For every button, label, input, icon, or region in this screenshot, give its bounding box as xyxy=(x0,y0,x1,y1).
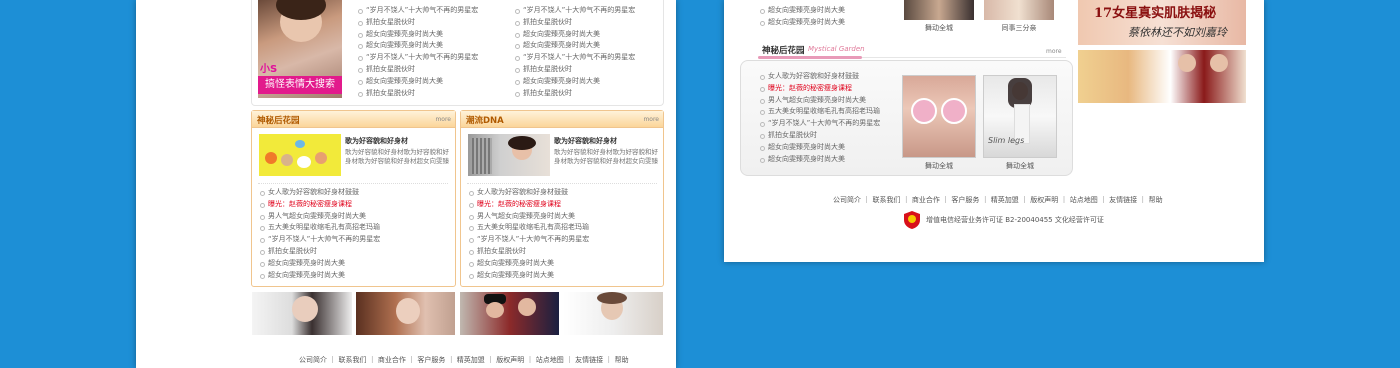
list-item[interactable]: 超女向雯臻亮身时尚大美 xyxy=(758,142,898,154)
feature-image[interactable] xyxy=(468,134,550,176)
list-item[interactable]: 曝光：赵薇的秘密瘦身课程 xyxy=(258,199,448,211)
section-list: 女人歌为好容貌和好身材鼓鼓 曝光：赵薇的秘密瘦身课程 男人气超女向雯臻亮身时尚大… xyxy=(758,71,898,165)
list-item[interactable]: 超女向雯臻亮身时尚大美 xyxy=(356,29,506,41)
list-item[interactable]: 超女向雯臻亮身时尚大美 xyxy=(356,40,506,52)
list-item[interactable]: 超女向雯臻亮身时尚大美 xyxy=(513,40,661,52)
list-item[interactable]: 抓拍女星脱伙时 xyxy=(758,130,898,142)
list-item[interactable]: 超女向雯臻亮身时尚大美 xyxy=(258,270,448,282)
section-underline xyxy=(758,56,862,59)
list-item[interactable]: “岁月不饶人”十大帅气不再的男星宏 xyxy=(356,52,506,64)
section-photo-1[interactable] xyxy=(902,75,976,158)
slim-legs-text: Slim legs xyxy=(988,136,1025,145)
footer-links[interactable]: 公司简介 ｜ 联系我们 ｜ 商业合作 ｜ 客户服务 ｜ 精英加盟 ｜ 版权声明 … xyxy=(833,195,1163,205)
feature-title[interactable]: 歌为好容貌和好身材 xyxy=(345,136,408,146)
list-item[interactable]: 男人气超女向雯臻亮身时尚大美 xyxy=(467,211,657,223)
right-page: 超女向雯臻亮身时尚大美 超女向雯臻亮身时尚大美 舞动全城 同事三分亲 17女星真… xyxy=(724,0,1264,262)
list-item[interactable]: 抓拍女星脱伙时 xyxy=(513,64,661,76)
ad-banner-2[interactable] xyxy=(1078,50,1246,103)
caption: 舞动全城 xyxy=(925,162,953,170)
more-link[interactable]: more xyxy=(435,116,451,123)
more-link[interactable]: more xyxy=(1046,48,1062,55)
list-item[interactable]: 曝光：赵薇的秘密瘦身课程 xyxy=(758,83,898,95)
list-item[interactable]: 超女向雯臻亮身时尚大美 xyxy=(513,29,661,41)
list-item[interactable]: “岁月不饶人”十大帅气不再的男星宏 xyxy=(758,118,898,130)
ad-text-2: 蔡依林还不如刘嘉玲 xyxy=(1128,26,1227,39)
caption: 同事三分亲 xyxy=(1001,24,1037,32)
list-item[interactable]: 抓拍女星脱伙时 xyxy=(356,88,506,100)
photo-thumb-4[interactable] xyxy=(563,292,663,335)
list-item[interactable]: “岁月不饶人”十大帅气不再的男星宏 xyxy=(258,234,448,246)
list-item[interactable]: 超女向雯臻亮身时尚大美 xyxy=(258,258,448,270)
list-item[interactable]: 超女向雯臻亮身时尚大美 xyxy=(467,270,657,282)
list-item[interactable]: 男人气超女向雯臻亮身时尚大美 xyxy=(758,95,898,107)
top-photo-2[interactable] xyxy=(984,0,1054,20)
caption: 舞动全城 xyxy=(925,24,953,32)
section-divider xyxy=(862,57,1066,58)
list-item[interactable]: “岁月不饶人”十大帅气不再的男星宏 xyxy=(513,52,661,64)
license-text: 增值电信经营业务许可证 B2-20040455 文化经营许可证 xyxy=(926,216,1104,224)
list-item[interactable]: 女人歌为好容貌和好身材鼓鼓 xyxy=(258,187,448,199)
promo-small-text: 小S xyxy=(260,64,278,75)
panel-list: 女人歌为好容貌和好身材鼓鼓 曝光：赵薇的秘密瘦身课程 男人气超女向雯臻亮身时尚大… xyxy=(258,187,448,281)
section-title: 神秘后花园 xyxy=(762,46,805,56)
panel-list: 女人歌为好容貌和好身材鼓鼓 曝光：赵薇的秘密瘦身课程 男人气超女向雯臻亮身时尚大… xyxy=(467,187,657,281)
panel-fashion-dna: 潮流DNA more 歌为好容貌和好身材 歌为好容貌和好身材歌为好容貌和好身材歌… xyxy=(460,110,664,287)
feature-title[interactable]: 歌为好容貌和好身材 xyxy=(554,136,617,146)
list-item[interactable]: 男人气超女向雯臻亮身时尚大美 xyxy=(258,211,448,223)
promo-text: 搞怪表情大搜索 xyxy=(258,76,342,94)
list-item[interactable]: 抓拍女星脱伙时 xyxy=(258,246,448,258)
list-item[interactable]: 抓拍女星脱伙时 xyxy=(513,88,661,100)
caption: 舞动全城 xyxy=(1006,162,1034,170)
section-photo-2[interactable]: Slim legs xyxy=(983,75,1057,158)
list-item[interactable]: “岁月不饶人”十大帅气不再的男星宏 xyxy=(513,5,661,17)
list-item[interactable]: 超女向雯臻亮身时尚大美 xyxy=(758,5,898,17)
photo-thumb-1[interactable] xyxy=(252,292,352,335)
top-photo-1[interactable] xyxy=(904,0,974,20)
list-item[interactable]: 超女向雯臻亮身时尚大美 xyxy=(513,76,661,88)
license-badge-icon xyxy=(904,211,920,229)
panel-title: 神秘后花园 xyxy=(257,116,300,126)
list-item[interactable]: 女人歌为好容貌和好身材鼓鼓 xyxy=(758,71,898,83)
photo-thumb-2[interactable] xyxy=(356,292,455,335)
list-item[interactable]: 抓拍女星脱伙时 xyxy=(467,246,657,258)
top-list-1: “岁月不饶人”十大帅气不再的男星宏 抓拍女星脱伙时 超女向雯臻亮身时尚大美 超女… xyxy=(356,5,506,99)
top-list-2: “岁月不饶人”十大帅气不再的男星宏 抓拍女星脱伙时 超女向雯臻亮身时尚大美 超女… xyxy=(513,5,661,99)
list-item[interactable]: 超女向雯臻亮身时尚大美 xyxy=(356,76,506,88)
ad-text-1: 17女星真实肌肤揭秘 xyxy=(1094,6,1217,21)
list-item[interactable]: 五大美女明星收缩毛孔有高招老玛瑜 xyxy=(258,222,448,234)
top-list: 超女向雯臻亮身时尚大美 超女向雯臻亮身时尚大美 xyxy=(758,5,898,29)
more-link[interactable]: more xyxy=(643,116,659,123)
feature-desc: 歌为好容貌和好身材歌为好容貌和好身材歌为好容貌和好身材超女向雯臻亮身时尚超什..… xyxy=(554,148,658,165)
list-item[interactable]: 超女向雯臻亮身时尚大美 xyxy=(758,154,898,166)
panel-title: 潮流DNA xyxy=(466,116,504,126)
promo-image[interactable]: 小S 搞怪表情大搜索 xyxy=(258,0,342,98)
list-item[interactable]: “岁月不饶人”十大帅气不再的男星宏 xyxy=(356,5,506,17)
feature-desc: 歌为好容貌和好身材歌为好容貌和好身材歌为好容貌和好身材超女向雯臻亮身时尚超什..… xyxy=(345,148,449,165)
panel-secret-garden: 神秘后花园 more 歌为好容貌和好身材 歌为好容貌和好身材歌为好容貌和好身材歌… xyxy=(251,110,456,287)
list-item[interactable]: 女人歌为好容貌和好身材鼓鼓 xyxy=(467,187,657,199)
list-item[interactable]: 抓拍女星脱伙时 xyxy=(356,17,506,29)
list-item[interactable]: 五大美女明星收缩毛孔有高招老玛瑜 xyxy=(467,222,657,234)
footer-links[interactable]: 公司简介 ｜ 联系我们 ｜ 商业合作 ｜ 客户服务 ｜ 精英加盟 ｜ 版权声明 … xyxy=(299,355,629,365)
section-title-en: Mystical Garden xyxy=(808,45,865,53)
panel-header: 潮流DNA more xyxy=(461,111,663,128)
left-page: 小S 搞怪表情大搜索 “岁月不饶人”十大帅气不再的男星宏 抓拍女星脱伙时 超女向… xyxy=(136,0,676,368)
list-item[interactable]: 超女向雯臻亮身时尚大美 xyxy=(467,258,657,270)
list-item[interactable]: “岁月不饶人”十大帅气不再的男星宏 xyxy=(467,234,657,246)
ad-banner-1[interactable]: 17女星真实肌肤揭秘 蔡依林还不如刘嘉玲 xyxy=(1078,0,1246,45)
list-item[interactable]: 抓拍女星脱伙时 xyxy=(513,17,661,29)
list-item[interactable]: 五大美女明星收缩毛孔有高招老玛瑜 xyxy=(758,106,898,118)
list-item[interactable]: 曝光：赵薇的秘密瘦身课程 xyxy=(467,199,657,211)
list-item[interactable]: 抓拍女星脱伙时 xyxy=(356,64,506,76)
list-item[interactable]: 超女向雯臻亮身时尚大美 xyxy=(758,17,898,29)
feature-image[interactable] xyxy=(259,134,341,176)
photo-thumb-3[interactable] xyxy=(460,292,559,335)
panel-header: 神秘后花园 more xyxy=(252,111,455,128)
